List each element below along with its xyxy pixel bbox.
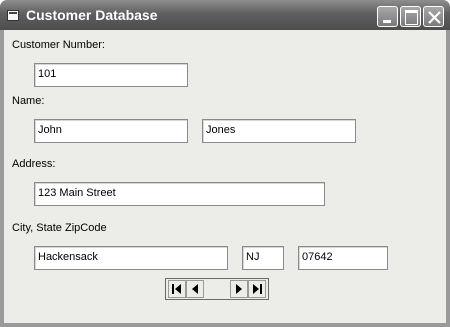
record-navigator (165, 278, 269, 300)
first-record-button[interactable] (168, 280, 186, 298)
window-title: Customer Database (26, 7, 158, 23)
next-record-button[interactable] (230, 280, 248, 298)
previous-record-icon (192, 284, 198, 294)
previous-record-button[interactable] (186, 280, 204, 298)
last-record-icon (253, 284, 262, 294)
minimize-button[interactable] (377, 6, 398, 27)
customer-number-label: Customer Number: (12, 39, 105, 51)
form-icon[interactable] (7, 10, 19, 21)
last-record-button[interactable] (248, 280, 266, 298)
close-button[interactable] (423, 6, 444, 27)
form-client-area: Customer Number: 101 Name: John Jones Ad… (4, 30, 446, 323)
close-icon (428, 11, 441, 24)
first-name-field[interactable]: John (34, 119, 188, 143)
address-field[interactable]: 123 Main Street (34, 182, 325, 206)
address-label: Address: (12, 158, 56, 170)
title-bar[interactable]: Customer Database (0, 0, 450, 30)
city-field[interactable]: Hackensack (34, 246, 228, 270)
name-label: Name: (12, 95, 45, 107)
state-field[interactable]: NJ (242, 246, 284, 270)
maximize-button[interactable] (400, 6, 421, 27)
customer-database-window: Customer Database Customer Number: 101 N… (0, 0, 450, 327)
customer-number-field[interactable]: 101 (34, 63, 188, 87)
city-state-zip-label: City, State ZipCode (12, 222, 107, 234)
last-name-field[interactable]: Jones (202, 119, 356, 143)
next-record-icon (236, 284, 242, 294)
zip-code-field[interactable]: 07642 (298, 246, 388, 270)
first-record-icon (172, 284, 181, 294)
